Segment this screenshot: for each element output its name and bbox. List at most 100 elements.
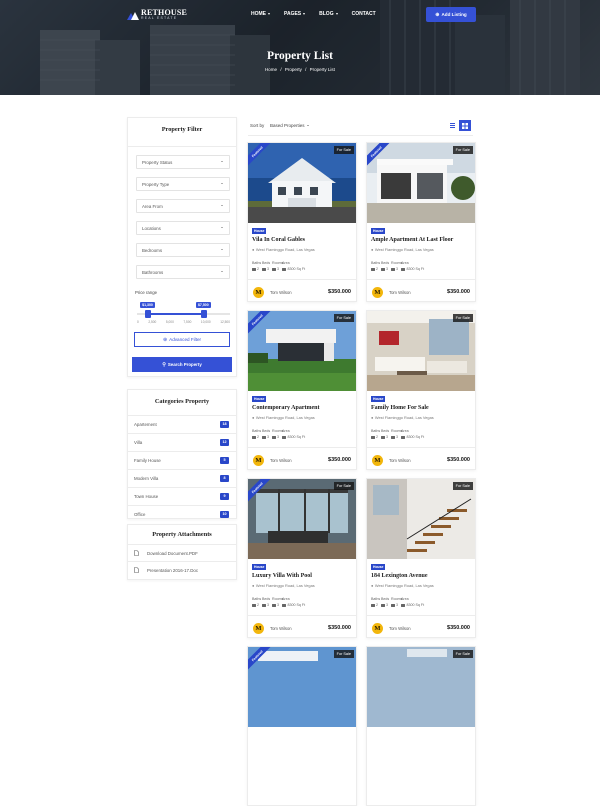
property-photo[interactable] xyxy=(248,479,356,559)
count-badge: 10 xyxy=(220,510,229,518)
property-photo[interactable] xyxy=(248,647,356,727)
search-property-button[interactable]: ⚲ Search Property xyxy=(132,357,232,372)
grid-view-icon[interactable] xyxy=(459,120,471,131)
category-item[interactable]: Family House 5 xyxy=(128,451,236,468)
agent-avatar[interactable]: M xyxy=(253,455,264,466)
sort-dropdown[interactable]: Based Properties xyxy=(270,123,309,128)
agent-name[interactable]: Tom Wilson xyxy=(270,458,292,463)
breadcrumb-home[interactable]: Home xyxy=(265,67,277,72)
bedrooms-select[interactable]: Bedrooms xyxy=(136,243,230,257)
property-photo[interactable] xyxy=(248,143,356,223)
property-card[interactable]: Featured For Sale House Ample Apartment At … xyxy=(366,142,476,302)
feature-headings: Baths Beds Rooms Area xyxy=(252,597,290,601)
property-title[interactable]: Vila In Coral Gables xyxy=(252,237,305,243)
feature-headings: Baths Beds Rooms Area xyxy=(252,261,290,265)
price-max-value: $7,500 xyxy=(195,302,211,308)
category-item[interactable]: Town House 9 xyxy=(128,487,236,504)
feature-values: 2 3 3 8300 Sq Ft xyxy=(371,435,424,439)
tick-label: 5,000 xyxy=(165,320,174,324)
bed-icon xyxy=(262,603,266,607)
tick-label: 7,500 xyxy=(183,320,192,324)
property-card[interactable]: Featured For Sale House Contemporary Apartm… xyxy=(247,310,357,470)
property-title[interactable]: Contemporary Apartment xyxy=(252,405,320,411)
status-badge: For Sale xyxy=(452,146,473,154)
bed-icon xyxy=(381,267,385,271)
locations-select[interactable]: Locations xyxy=(136,221,230,235)
price-slider-min-handle[interactable] xyxy=(145,310,152,318)
area-from-select[interactable]: Area From xyxy=(136,199,230,213)
chevron-down-icon xyxy=(306,125,309,126)
feature-headings: Baths Beds Rooms Area xyxy=(371,261,409,265)
attachment-item[interactable]: Download Document.PDF xyxy=(128,544,236,561)
agent-name[interactable]: Tom Wilson xyxy=(389,626,411,631)
agent-name[interactable]: Tom Wilson xyxy=(270,626,292,631)
property-photo[interactable] xyxy=(367,143,475,223)
category-item[interactable]: Villa 12 xyxy=(128,433,236,450)
type-badge: House xyxy=(252,396,267,402)
agent-avatar[interactable]: M xyxy=(253,623,264,634)
type-badge: House xyxy=(252,228,267,234)
brand-tagline: REAL ESTATE xyxy=(141,16,178,20)
bath-icon xyxy=(252,435,256,439)
feature-headings: Baths Beds Rooms Area xyxy=(252,429,290,433)
bed-icon xyxy=(262,267,266,271)
property-card[interactable]: For Sale xyxy=(366,646,476,806)
property-card[interactable]: Featured For Sale House Luxury Villa With P… xyxy=(247,478,357,638)
bed-icon xyxy=(262,435,266,439)
room-icon xyxy=(391,435,395,439)
price-range-label: Price range xyxy=(135,290,157,295)
tick-label: 12,500 xyxy=(220,320,230,324)
bathrooms-select[interactable]: Bathrooms xyxy=(136,265,230,279)
property-address: ● West Flaminggo Road, Las Vegas xyxy=(371,247,434,252)
status-badge: For Sale xyxy=(333,482,354,490)
agent-avatar[interactable]: M xyxy=(372,623,383,634)
category-item[interactable]: Office 10 xyxy=(128,505,236,522)
agent-avatar[interactable]: M xyxy=(372,287,383,298)
property-title[interactable]: Luxury Villa With Pool xyxy=(252,573,312,579)
property-title[interactable]: 184 Lexington Avenue xyxy=(371,573,428,579)
property-photo[interactable] xyxy=(248,311,356,391)
plus-circle-icon: ⊕ xyxy=(435,11,440,18)
nav-blog[interactable]: BLOG xyxy=(319,11,338,17)
property-address: ● West Flaminggo Road, Las Vegas xyxy=(252,247,315,252)
property-photo[interactable] xyxy=(367,311,475,391)
agent-avatar[interactable]: M xyxy=(372,455,383,466)
category-item[interactable]: Apartement 18 xyxy=(128,415,236,432)
map-pin-icon: ● xyxy=(371,415,374,420)
property-card[interactable]: For Sale House Family Home For Sale ● West F… xyxy=(366,310,476,470)
advanced-filter-button[interactable]: ⊕ Advanced Filter xyxy=(134,332,230,347)
map-pin-icon: ● xyxy=(371,583,374,588)
add-listing-button[interactable]: ⊕ Add Listing xyxy=(426,7,476,22)
category-item[interactable]: Modern Villa 8 xyxy=(128,469,236,486)
list-view-icon[interactable] xyxy=(448,121,457,130)
property-card[interactable]: For Sale House 184 Lexington Avenue ● West F… xyxy=(366,478,476,638)
nav-contact[interactable]: CONTACT xyxy=(352,11,376,17)
agent-name[interactable]: Tom Wilson xyxy=(389,458,411,463)
property-photo[interactable] xyxy=(367,479,475,559)
attachment-item[interactable]: Presentation 2016-17.Doc xyxy=(128,561,236,578)
property-price: $350.000 xyxy=(328,289,351,295)
nav-home[interactable]: HOME xyxy=(251,11,270,17)
chevron-down-icon xyxy=(221,183,223,184)
bath-icon xyxy=(252,267,256,271)
agent-avatar[interactable]: M xyxy=(253,287,264,298)
feature-headings: Baths Beds Rooms Area xyxy=(371,429,409,433)
property-title[interactable]: Family Home For Sale xyxy=(371,405,429,411)
filter-title: Property Filter xyxy=(161,126,203,133)
property-price: $350.000 xyxy=(447,457,470,463)
brand-logo[interactable]: RETHOUSE REAL ESTATE xyxy=(127,9,187,21)
property-status-select[interactable]: Property Status xyxy=(136,155,230,169)
nav-pages[interactable]: PAGES xyxy=(284,11,306,17)
property-card[interactable]: Featured For Sale xyxy=(247,646,357,806)
property-type-select[interactable]: Property Type xyxy=(136,177,230,191)
map-pin-icon: ● xyxy=(252,247,255,252)
property-card[interactable]: Featured For Sale House Vila In Coral Gable… xyxy=(247,142,357,302)
agent-name[interactable]: Tom Wilson xyxy=(389,290,411,295)
agent-name[interactable]: Tom Wilson xyxy=(270,290,292,295)
chevron-down-icon xyxy=(221,227,223,228)
property-photo[interactable] xyxy=(367,647,475,727)
price-slider-max-handle[interactable] xyxy=(200,310,207,318)
property-title[interactable]: Ample Apartment At Last Floor xyxy=(371,237,453,243)
price-slider-fill xyxy=(148,313,204,315)
breadcrumb-property[interactable]: Property xyxy=(285,67,302,72)
